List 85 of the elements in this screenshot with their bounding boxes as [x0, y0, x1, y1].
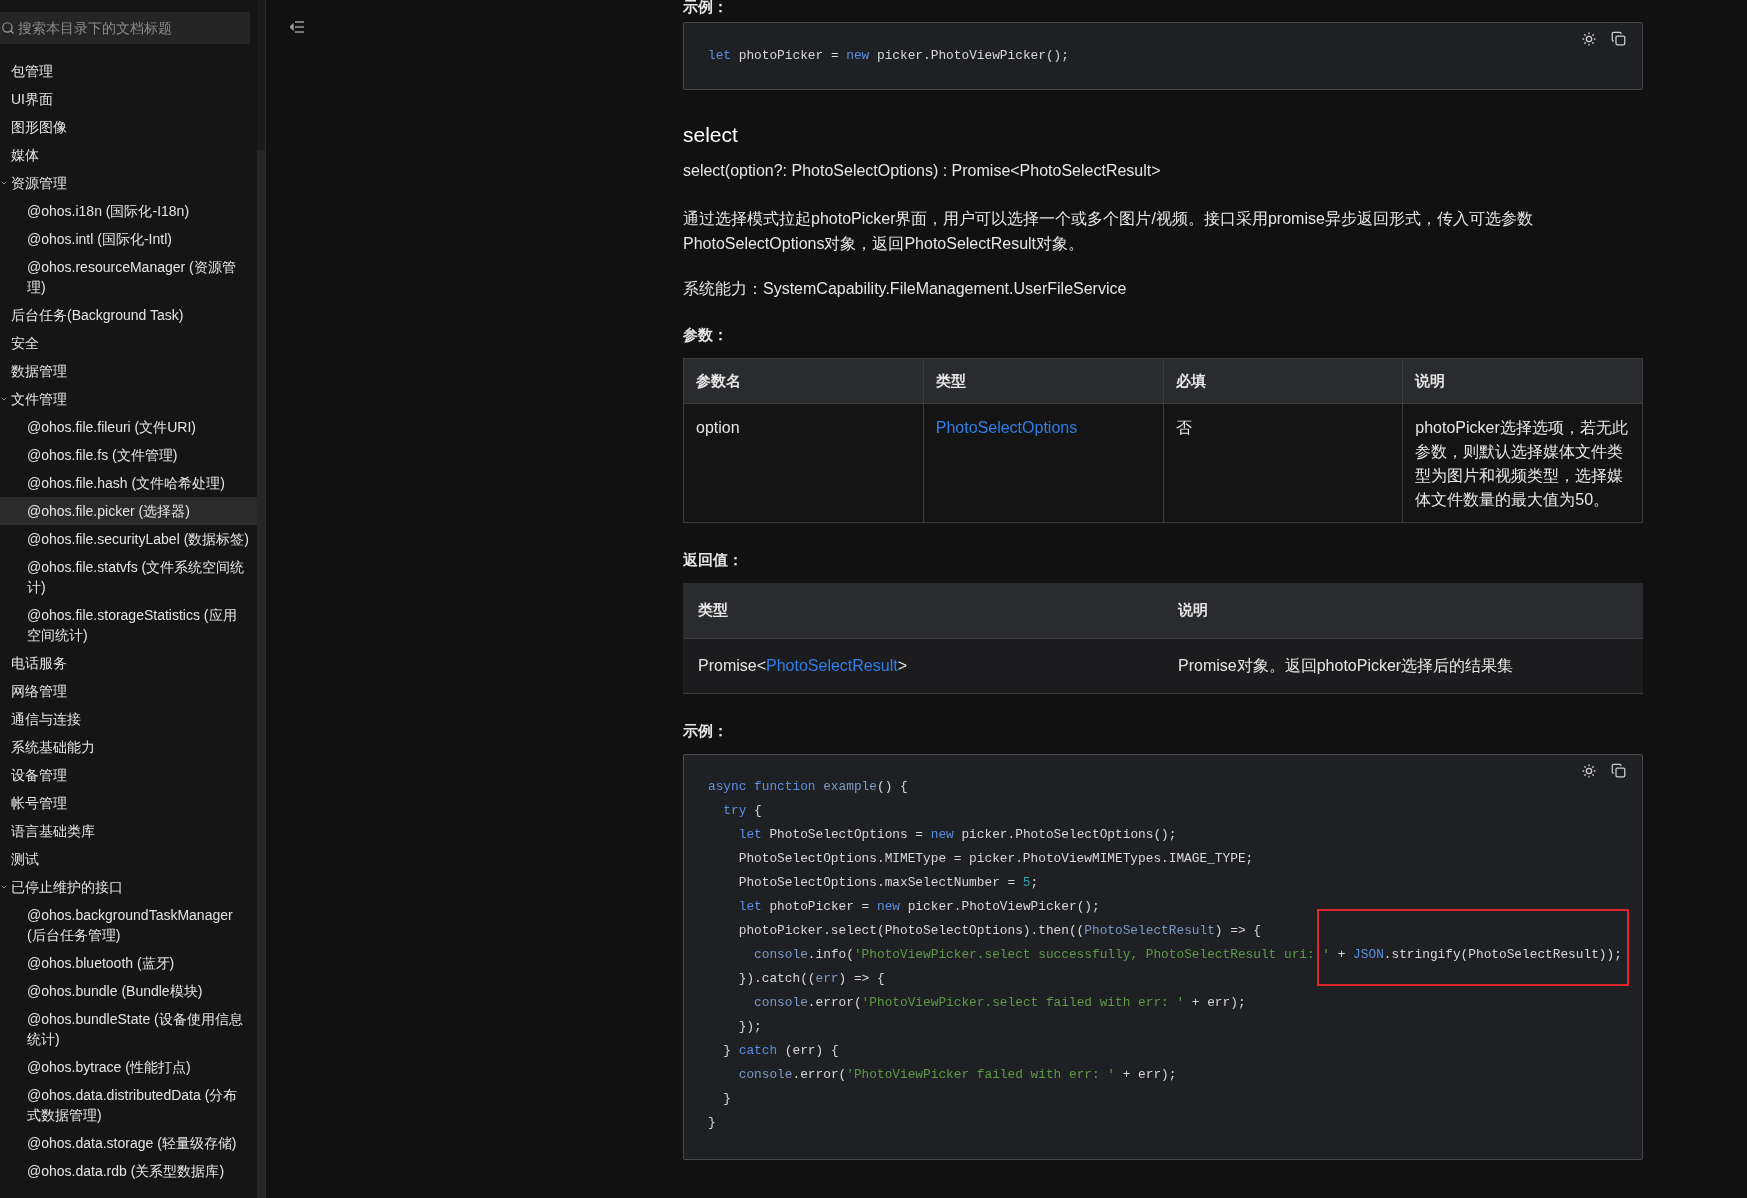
sidebar-item[interactable]: @ohos.bytrace (性能打点): [0, 1053, 258, 1081]
sidebar-item[interactable]: @ohos.file.statvfs (文件系统空间统计): [0, 553, 258, 601]
code-line: console.error('PhotoViewPicker failed with err: ' + err);: [737, 1065, 1177, 1084]
column-header: 类型: [923, 358, 1163, 404]
code-line: let photoPicker = new picker.PhotoViewPicker();: [708, 47, 1069, 65]
scrollbar-thumb[interactable]: [257, 150, 265, 1198]
sidebar-item[interactable]: @ohos.file.securityLabel (数据标签): [0, 525, 258, 553]
code-line: async function example() {: [708, 777, 908, 796]
sidebar-item[interactable]: @ohos.backgroundTaskManager (后台任务管理): [0, 901, 258, 949]
sidebar-item[interactable]: 帐号管理: [0, 789, 258, 817]
sidebar-item[interactable]: 测试: [0, 845, 258, 873]
code-line: console.info('PhotoViewPicker.select successfully, PhotoSelectResult uri: ' + JSON.stringify(PhotoSelectResult));: [753, 945, 1622, 964]
sidebar-item[interactable]: @ohos.data.storage (轻量级存储): [0, 1129, 258, 1157]
code-line: console.error('PhotoViewPicker.select failed with err: ' + err);: [753, 993, 1246, 1012]
sidebar-item[interactable]: @ohos.data.rdb (关系型数据库): [0, 1157, 258, 1185]
sidebar-item[interactable]: 媒体: [0, 141, 258, 169]
code-line: }: [722, 1089, 732, 1108]
sidebar-item[interactable]: 数据管理: [0, 357, 258, 385]
sidebar-item[interactable]: @ohos.file.storageStatistics (应用空间统计): [0, 601, 258, 649]
code-line: }).catch((err) => {: [737, 969, 885, 988]
sidebar-item[interactable]: @ohos.file.fs (文件管理): [0, 441, 258, 469]
sidebar-item[interactable]: @ohos.file.picker (选择器): [0, 497, 258, 525]
type-link[interactable]: PhotoSelectResult: [766, 656, 898, 674]
section-label: 返回值：: [683, 550, 744, 570]
expand-caret-icon[interactable]: [0, 883, 8, 891]
code-line: PhotoSelectOptions.MIMEType = picker.PhotoViewMIMETypes.IMAGE_TYPE;: [737, 849, 1254, 868]
code-line: });: [737, 1017, 762, 1036]
sidebar-item[interactable]: @ohos.file.fileuri (文件URI): [0, 413, 258, 441]
column-header: 必填: [1163, 358, 1403, 404]
cell-text: photoPicker选择选项，若无此参数，则默认选择媒体文件类型为图片和视频类型，选择媒体文件数量的最大值为50。: [1415, 419, 1628, 508]
sidebar-item[interactable]: 网络管理: [0, 677, 258, 705]
type-link[interactable]: PhotoSelectOptions: [935, 419, 1078, 436]
sidebar-item[interactable]: 图形图像: [0, 113, 258, 141]
sidebar-item[interactable]: 文件管理: [0, 385, 258, 413]
code-line: let PhotoSelectOptions = new picker.PhotoSelectOptions();: [737, 825, 1177, 844]
cell-text: Promise<: [698, 656, 767, 674]
method-heading: select: [683, 122, 739, 148]
cell-text: Promise对象。返回photoPicker选择后的结果集: [1178, 656, 1514, 674]
expand-caret-icon[interactable]: [0, 395, 8, 403]
code-line: let photoPicker = new picker.PhotoViewPicker();: [737, 897, 1100, 916]
capability-text: 系统能力：SystemCapability.FileManagement.UserFileService: [683, 279, 1128, 299]
sidebar-item[interactable]: 设备管理: [0, 761, 258, 789]
sidebar-item[interactable]: 包管理: [0, 57, 258, 85]
code-line: try {: [722, 801, 762, 820]
theme-toggle-icon[interactable]: [1581, 762, 1597, 779]
column-header: 参数名: [683, 358, 924, 404]
sidebar-item[interactable]: @ohos.file.hash (文件哈希处理): [0, 469, 258, 497]
sidebar-item[interactable]: @ohos.bundle (Bundle模块): [0, 977, 258, 1005]
code-line: photoPicker.select(PhotoSelectOptions).then((PhotoSelectResult) => {: [737, 921, 1261, 940]
code-line: PhotoSelectOptions.maxSelectNumber = 5;: [737, 873, 1039, 892]
column-header: 说明: [1163, 583, 1643, 638]
sidebar-item[interactable]: @ohos.bluetooth (蓝牙): [0, 949, 258, 977]
sidebar-item[interactable]: @ohos.data.distributedData (分布式数据管理): [0, 1081, 258, 1129]
menu-icon[interactable]: [290, 21, 304, 33]
section-label: 参数：: [683, 325, 729, 345]
code-line: }: [708, 1113, 716, 1132]
sidebar-item[interactable]: @ohos.resourceManager (资源管理): [0, 253, 258, 301]
sidebar-item[interactable]: 电话服务: [0, 649, 258, 677]
method-signature: select(option?: PhotoSelectOptions) : Promise<PhotoSelectResult>: [683, 161, 1162, 181]
copy-icon[interactable]: [1611, 762, 1626, 778]
cell-text: option: [696, 419, 740, 436]
sidebar-item[interactable]: @ohos.bundleState (设备使用信息统计): [0, 1005, 258, 1053]
method-description: 通过选择模式拉起photoPicker界面，用户可以选择一个或多个图片/视频。接口采用promise异步返回形式，传入可选参数PhotoSelectOptions对象，返回PhotoSelectResult对象。: [683, 209, 1534, 254]
column-header: 说明: [1402, 358, 1643, 404]
search-field[interactable]: 搜索本目录下的文档标题: [0, 12, 250, 44]
sidebar-item[interactable]: @ohos.intl (国际化-Intl): [0, 225, 258, 253]
sidebar-item[interactable]: 系统基础能力: [0, 733, 258, 761]
sidebar-item[interactable]: 通信与连接: [0, 705, 258, 733]
sidebar-item[interactable]: 后台任务(Background Task): [0, 301, 258, 329]
search-icon: [1, 21, 15, 35]
theme-toggle-icon[interactable]: [1581, 31, 1597, 47]
copy-icon[interactable]: [1611, 31, 1626, 46]
expand-caret-icon[interactable]: [0, 179, 8, 187]
sidebar-item[interactable]: 安全: [0, 329, 258, 357]
section-label: 示例：: [683, 0, 729, 17]
cell-text: >: [897, 656, 907, 674]
sidebar-item[interactable]: UI界面: [0, 85, 258, 113]
sidebar-item[interactable]: 语言基础类库: [0, 817, 258, 845]
sidebar-item[interactable]: 已停止维护的接口: [0, 873, 258, 901]
column-header: 类型: [683, 583, 1163, 638]
sidebar-item[interactable]: @ohos.i18n (国际化-I18n): [0, 197, 258, 225]
section-label: 示例：: [683, 720, 729, 741]
sidebar-item[interactable]: 资源管理: [0, 169, 258, 197]
code-line: } catch (err) {: [722, 1041, 839, 1060]
cell-text: 否: [1175, 419, 1192, 436]
